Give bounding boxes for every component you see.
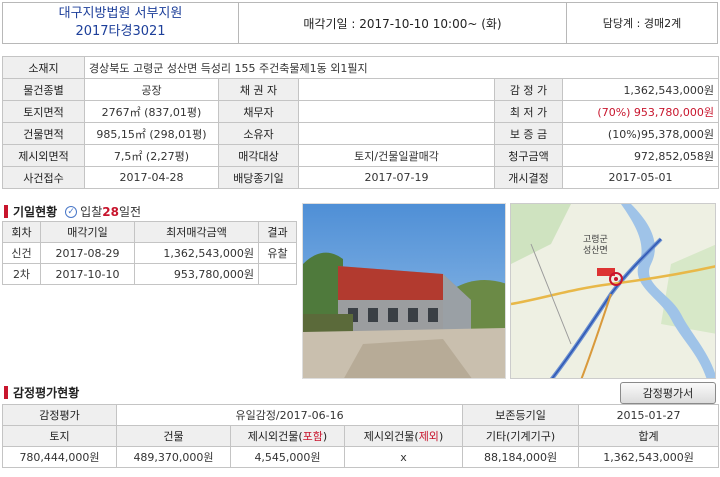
address-value: 경상북도 고령군 성산면 득성리 155 주건축물제1동 외1필지 (83, 56, 720, 79)
value-total: 1,362,543,000원 (578, 446, 720, 468)
badge-days: 28 (102, 204, 119, 219)
case-number: 2017타경3021 (75, 24, 166, 39)
dividend-deadline-value: 2017-07-19 (298, 166, 495, 189)
history-title-text: 기일현황 (13, 205, 58, 219)
check-circle-icon: ✓ (65, 205, 78, 218)
appraisal-title: 감정평가현황 (4, 384, 79, 401)
badge-suffix: 일전 (118, 205, 142, 219)
owner-value (298, 122, 495, 145)
court-name: 대구지방법원 서부지원 (58, 6, 183, 21)
auction-history-table: 회차 매각기일 최저매각금액 결과 신건 2017-08-29 1,362,54… (2, 221, 297, 285)
claim-value: 972,852,058원 (561, 144, 720, 167)
appraisal-report-button[interactable]: 감정평가서 (620, 382, 716, 404)
appraisal-table: 감정평가 유일감정/2017-06-16 보존등기일 2015-01-27 토지… (2, 404, 720, 468)
value-building: 489,370,000원 (116, 446, 231, 468)
value-other: 88,184,000원 (462, 446, 580, 468)
value-land: 780,444,000원 (2, 446, 117, 468)
min-price-value: (70%) 953,780,000원 (561, 100, 720, 123)
header-total: 합계 (578, 425, 720, 447)
land-area-label: 토지면적 (2, 100, 85, 123)
receipt-label: 사건접수 (2, 166, 85, 189)
result: 유찰 (258, 242, 297, 264)
table-row: 780,444,000원 489,370,000원 4,545,000원 x 8… (2, 446, 720, 468)
department: 담당계 : 경매2계 (602, 17, 682, 30)
days-to-bid-badge: ✓ 입찰 28 일전 (65, 203, 141, 220)
sale-date: 2017-10-10 (40, 263, 135, 285)
debtor-value (298, 100, 495, 123)
deposit-value: (10%)95,378,000원 (561, 122, 720, 145)
map-place-label: 성산면 (583, 245, 608, 256)
table-row: 2차 2017-10-10 953,780,000원 (2, 263, 297, 285)
history-title: 기일현황 ✓ 입찰 28 일전 (4, 203, 141, 220)
history-header-date: 매각기일 (40, 221, 135, 243)
appraisal-row-label: 감정평가 (2, 404, 117, 426)
min-price: 1,362,543,000원 (134, 242, 259, 264)
owner-label: 소유자 (218, 122, 299, 145)
start-decision-label: 개시결정 (494, 166, 563, 189)
dividend-deadline-label: 배당종기일 (218, 166, 299, 189)
debtor-label: 채무자 (218, 100, 299, 123)
history-header-price: 최저매각금액 (134, 221, 259, 243)
sale-date: 매각기일 : 2017-10-10 10:00~ (화) (239, 3, 567, 43)
appraisal-title-text: 감정평가현황 (13, 386, 80, 400)
header-building: 건물 (116, 425, 231, 447)
type-value: 공장 (84, 78, 219, 101)
min-price-label: 최 저 가 (494, 100, 563, 123)
value-excluded: x (343, 446, 464, 468)
receipt-value: 2017-04-28 (84, 166, 219, 189)
history-header-result: 결과 (258, 221, 297, 243)
building-area-label: 건물면적 (2, 122, 85, 145)
start-decision-value: 2017-05-01 (561, 166, 720, 189)
court-info: 대구지방법원 서부지원 2017타경3021 (3, 3, 239, 43)
preservation-date-value: 2015-01-27 (578, 404, 720, 426)
min-price: 953,780,000원 (134, 263, 259, 285)
header-land: 토지 (2, 425, 117, 447)
excluded-area-value: 7,5㎡ (2,27평) (84, 144, 219, 167)
case-header: 대구지방법원 서부지원 2017타경3021 매각기일 : 2017-10-10… (2, 2, 718, 44)
creditor-value (298, 78, 495, 101)
land-area-value: 2767㎡ (837,01평) (84, 100, 219, 123)
appraisal-label: 감 정 가 (494, 78, 563, 101)
address-label: 소재지 (2, 56, 85, 79)
round: 2차 (2, 263, 41, 285)
round: 신건 (2, 242, 41, 264)
excluded-area-label: 제시외면적 (2, 144, 85, 167)
header-included: 제시외건물(포함) (230, 425, 345, 447)
map-place-label: 고령군 (583, 233, 608, 245)
location-map[interactable]: 고령군 성산면 (510, 203, 716, 379)
section-marker (4, 386, 8, 399)
header-excluded: 제시외건물(제외) (343, 425, 464, 447)
property-info-table: 소재지 경상북도 고령군 성산면 득성리 155 주건축물제1동 외1필지 물건… (2, 56, 720, 189)
table-row: 신건 2017-08-29 1,362,543,000원 유찰 (2, 242, 297, 264)
history-header-round: 회차 (2, 221, 41, 243)
type-label: 물건종별 (2, 78, 85, 101)
appraisal-value: 1,362,543,000원 (561, 78, 720, 101)
preservation-date-label: 보존등기일 (462, 404, 580, 426)
value-included: 4,545,000원 (230, 446, 345, 468)
creditor-label: 채 권 자 (218, 78, 299, 101)
section-marker (4, 205, 8, 218)
header-other: 기타(기계기구) (462, 425, 580, 447)
deposit-label: 보 증 금 (494, 122, 563, 145)
building-area-value: 985,15㎡ (298,01평) (84, 122, 219, 145)
property-photo[interactable] (302, 203, 506, 379)
sale-date: 2017-08-29 (40, 242, 135, 264)
badge-prefix: 입찰 (80, 205, 103, 219)
sale-target-value: 토지/건물일괄매각 (298, 144, 495, 167)
appraisal-row-value: 유일감정/2017-06-16 (115, 404, 464, 426)
result (258, 263, 297, 285)
sale-target-label: 매각대상 (218, 144, 299, 167)
claim-label: 청구금액 (494, 144, 563, 167)
